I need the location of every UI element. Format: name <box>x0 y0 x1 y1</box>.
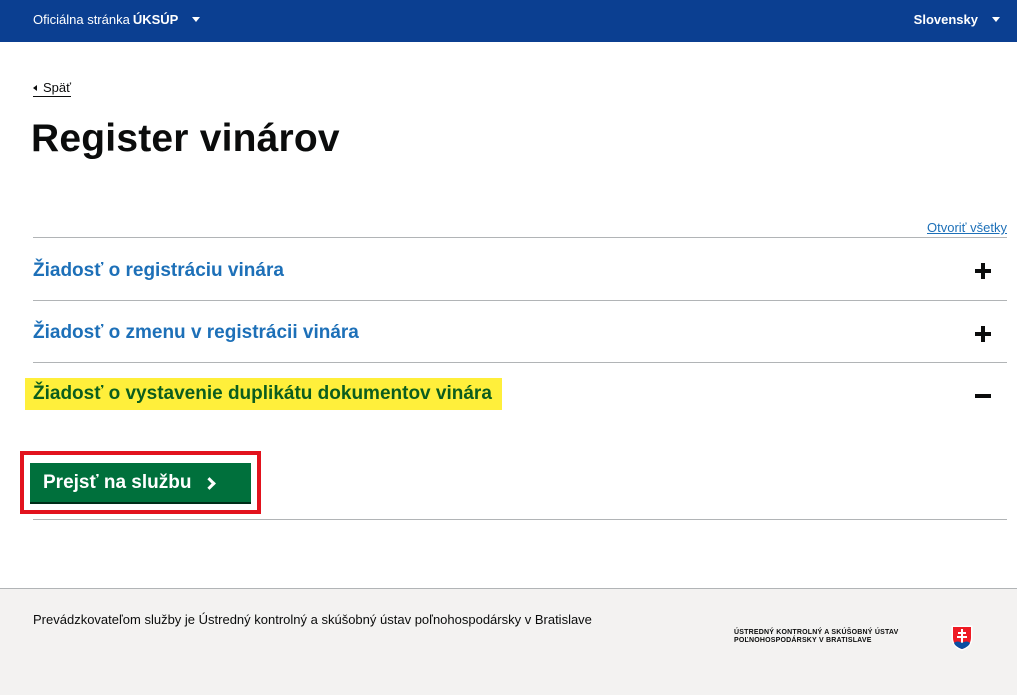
chevron-right-icon <box>203 476 217 490</box>
slovak-coat-of-arms-icon <box>951 625 973 651</box>
focus-outline: Prejsť na službu <box>20 451 261 514</box>
plus-icon[interactable] <box>975 326 991 342</box>
back-arrow-icon <box>33 84 37 91</box>
minus-icon[interactable] <box>975 388 991 404</box>
open-all-link[interactable]: Otvoriť všetky <box>927 220 1007 235</box>
go-to-service-button[interactable]: Prejsť na službu <box>30 463 251 502</box>
chevron-down-icon <box>992 17 1000 22</box>
official-brand: ÚKSÚP <box>132 12 179 27</box>
chevron-down-icon <box>192 17 201 22</box>
back-link-label: Späť <box>43 80 72 95</box>
footer: Prevádzkovateľom služby je Ústredný kont… <box>0 588 1017 695</box>
org-line-2: POĽNOHOSPODÁRSKY V BRATISLAVE <box>734 637 872 644</box>
accordion-item-registration: Žiadosť o registráciu vinára <box>33 237 1007 300</box>
official-prefix: Oficiálna stránka <box>33 12 130 27</box>
official-site-menu[interactable]: Oficiálna stránka ÚKSÚP <box>33 12 201 27</box>
language-label: Slovensky <box>913 12 978 27</box>
page-title: Register vinárov <box>31 117 340 160</box>
footer-operator-text: Prevádzkovateľom služby je Ústredný kont… <box>33 612 592 627</box>
org-line-1: ÚSTREDNÝ KONTROLNÝ A SKÚŠOBNÝ ÚSTAV <box>734 629 899 636</box>
top-bar: Oficiálna stránka ÚKSÚP Slovensky <box>0 0 1017 42</box>
accordion-heading[interactable]: Žiadosť o registráciu vinára <box>33 260 284 282</box>
go-to-service-label: Prejsť na službu <box>43 471 192 493</box>
language-selector[interactable]: Slovensky <box>914 12 1000 27</box>
accordion-item-change: Žiadosť o zmenu v registrácii vinára <box>33 300 1007 362</box>
org-logo-text: ÚSTREDNÝ KONTROLNÝ A SKÚŠOBNÝ ÚSTAV POĽN… <box>734 629 934 645</box>
accordion-heading[interactable]: Žiadosť o vystavenie duplikátu dokumento… <box>25 378 502 410</box>
back-link[interactable]: Späť <box>33 80 72 97</box>
accordion-heading[interactable]: Žiadosť o zmenu v registrácii vinára <box>33 322 359 344</box>
plus-icon[interactable] <box>975 263 991 279</box>
